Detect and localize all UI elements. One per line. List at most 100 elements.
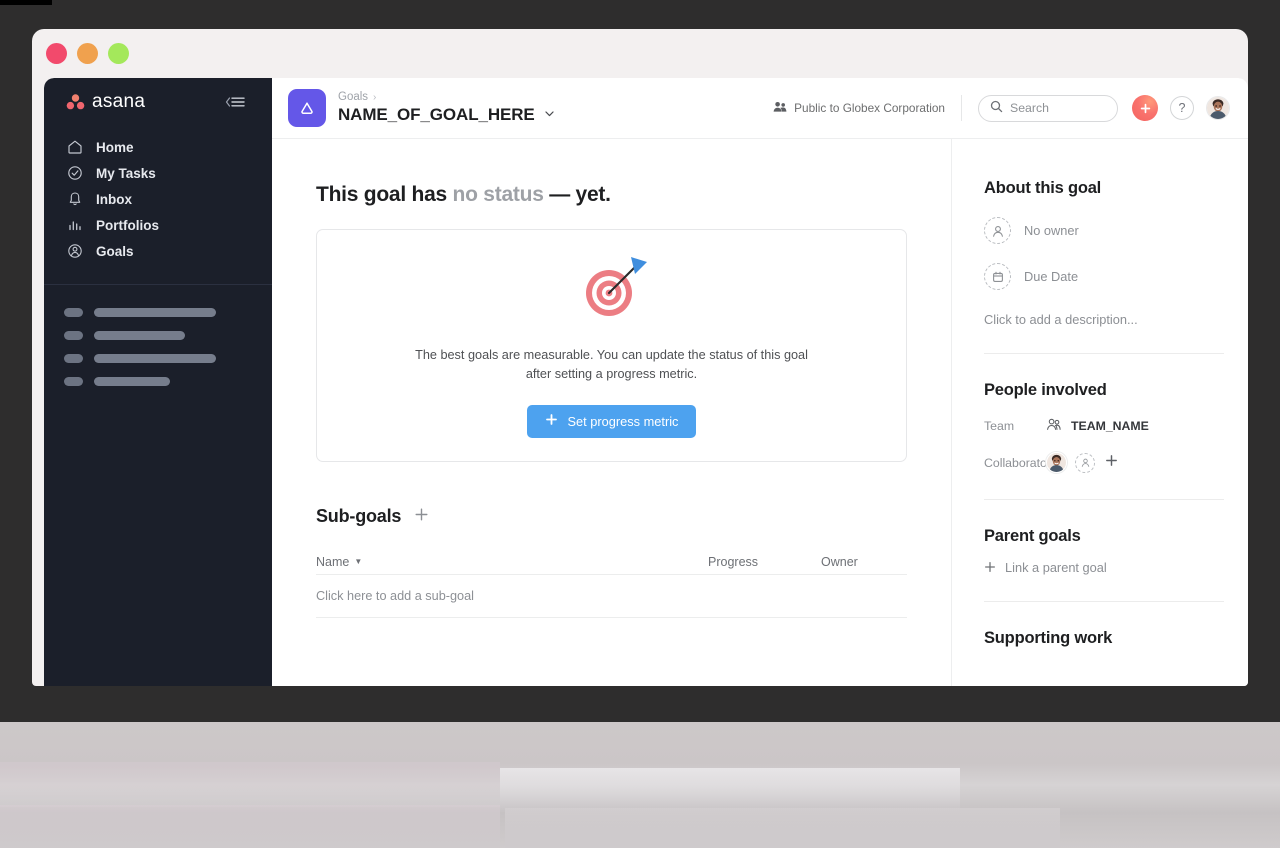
breadcrumb[interactable]: Goals › — [338, 91, 556, 103]
search-placeholder: Search — [1010, 101, 1049, 115]
bar-chart-icon — [66, 217, 83, 234]
sidebar-placeholder-item[interactable] — [44, 324, 272, 347]
sidebar-placeholder-item[interactable] — [44, 347, 272, 370]
app-window: asana Home My Tasks Inbox Portfolios Goa… — [32, 29, 1248, 686]
panel-divider — [984, 353, 1224, 354]
add-subgoal-icon[interactable] — [414, 507, 429, 526]
about-section-title: About this goal — [984, 179, 1102, 197]
plus-icon — [545, 413, 558, 429]
bell-icon — [66, 191, 83, 208]
placeholder-dot — [64, 308, 83, 317]
set-progress-metric-label: Set progress metric — [567, 413, 679, 429]
metric-description: The best goals are measurable. You can u… — [415, 348, 808, 381]
people-section-title: People involved — [984, 381, 1107, 399]
column-header-progress[interactable]: Progress — [708, 555, 821, 569]
caret-down-icon: ▼ — [354, 557, 363, 566]
team-value[interactable]: TEAM_NAME — [1046, 418, 1149, 434]
sidebar-item-my-tasks[interactable]: My Tasks — [44, 160, 272, 186]
status-highlight: no status — [452, 183, 544, 206]
due-date-field[interactable]: Due Date — [984, 263, 1224, 290]
due-date-label: Due Date — [1024, 269, 1079, 284]
minimize-button[interactable] — [77, 43, 98, 64]
placeholder-dot — [64, 354, 83, 363]
privacy-status[interactable]: Public to Globex Corporation — [773, 101, 961, 116]
privacy-label: Public to Globex Corporation — [794, 101, 945, 115]
description-placeholder[interactable]: Click to add a description... — [984, 312, 1224, 327]
parent-goals-title: Parent goals — [984, 527, 1081, 545]
people-icon — [773, 101, 787, 116]
user-avatar[interactable] — [1206, 96, 1230, 120]
sidebar-item-label: Goals — [96, 243, 134, 259]
panel-divider — [984, 601, 1224, 602]
create-button[interactable] — [1132, 95, 1158, 121]
goal-main-column: This goal has no status — yet. The best … — [272, 139, 951, 686]
column-header-name-label: Name — [316, 554, 350, 569]
app-body: asana Home My Tasks Inbox Portfolios Goa… — [44, 78, 1248, 686]
status-suffix: — yet. — [543, 183, 611, 206]
check-circle-icon — [66, 165, 83, 182]
sidebar-placeholder-list — [44, 285, 272, 393]
goals-icon — [66, 243, 83, 260]
help-button[interactable]: ? — [1170, 96, 1194, 120]
brand-name: asana — [92, 91, 146, 112]
main-area: Goals › NAME_OF_GOAL_HERE Public to Glob… — [272, 78, 1248, 686]
sidebar-item-inbox[interactable]: Inbox — [44, 186, 272, 212]
asana-dots-icon — [66, 94, 85, 110]
add-subgoal-row[interactable]: Click here to add a sub-goal — [316, 575, 907, 618]
set-progress-metric-button[interactable]: Set progress metric — [526, 404, 697, 438]
left-sidebar: asana Home My Tasks Inbox Portfolios Goa… — [44, 78, 272, 686]
subgoals-title: Sub-goals — [316, 506, 402, 526]
collaborator-avatar[interactable] — [1046, 452, 1067, 473]
sidebar-item-label: Portfolios — [96, 217, 159, 233]
placeholder-dot — [64, 377, 83, 386]
owner-field[interactable]: No owner — [984, 217, 1224, 244]
goal-title-text: NAME_OF_GOAL_HERE — [338, 105, 535, 124]
placeholder-bar — [94, 377, 170, 386]
top-bar-actions: Public to Globex Corporation Search ? — [773, 94, 1230, 122]
add-subgoal-label: Click here to add a sub-goal — [316, 589, 474, 603]
content-split: This goal has no status — yet. The best … — [272, 139, 1248, 686]
search-input[interactable]: Search — [978, 94, 1118, 122]
status-heading: This goal has no status — yet. — [316, 183, 907, 207]
calendar-icon — [984, 263, 1011, 290]
add-collaborator-button[interactable] — [1105, 454, 1118, 471]
placeholder-bar — [94, 308, 216, 317]
column-header-owner[interactable]: Owner — [821, 555, 907, 569]
team-row: Team TEAM_NAME — [984, 418, 1224, 434]
sidebar-item-portfolios[interactable]: Portfolios — [44, 212, 272, 238]
top-bar: Goals › NAME_OF_GOAL_HERE Public to Glob… — [272, 78, 1248, 139]
placeholder-dot — [64, 331, 83, 340]
screen-top-strip — [0, 0, 52, 5]
maximize-button[interactable] — [108, 43, 129, 64]
sidebar-item-label: Home — [96, 139, 134, 155]
sidebar-placeholder-item[interactable] — [44, 301, 272, 324]
chevron-down-icon[interactable] — [543, 105, 556, 125]
parent-goals-section: Parent goals Link a parent goal — [984, 527, 1224, 575]
placeholder-bar — [94, 331, 185, 340]
supporting-work-section: Supporting work — [984, 629, 1224, 648]
person-icon — [984, 217, 1011, 244]
sidebar-header: asana — [44, 78, 272, 126]
target-with-dart-icon — [573, 253, 651, 328]
team-label: Team — [984, 419, 1015, 433]
help-label: ? — [1178, 101, 1186, 115]
title-block: Goals › NAME_OF_GOAL_HERE — [338, 91, 556, 125]
desktop-band-left — [0, 805, 500, 848]
asana-logo[interactable]: asana — [66, 91, 145, 113]
owner-label: No owner — [1024, 223, 1079, 238]
column-header-name[interactable]: Name ▼ — [316, 555, 708, 569]
close-button[interactable] — [46, 43, 67, 64]
column-header-progress-label: Progress — [708, 554, 759, 569]
sidebar-item-home[interactable]: Home — [44, 134, 272, 160]
progress-metric-card: The best goals are measurable. You can u… — [316, 229, 907, 462]
link-parent-goal-button[interactable]: Link a parent goal — [984, 560, 1224, 575]
page-title[interactable]: NAME_OF_GOAL_HERE — [338, 105, 556, 125]
panel-divider — [984, 499, 1224, 500]
subgoals-table: Name ▼ Progress Owner Click here to add … — [316, 549, 907, 618]
sidebar-item-goals[interactable]: Goals — [44, 238, 272, 264]
add-person-icon[interactable] — [1075, 452, 1095, 473]
collapse-sidebar-icon[interactable] — [224, 95, 246, 109]
plus-icon — [984, 561, 996, 575]
sidebar-placeholder-item[interactable] — [44, 370, 272, 393]
people-involved-section: People involved Team TEAM_NAME Collabora… — [984, 381, 1224, 473]
